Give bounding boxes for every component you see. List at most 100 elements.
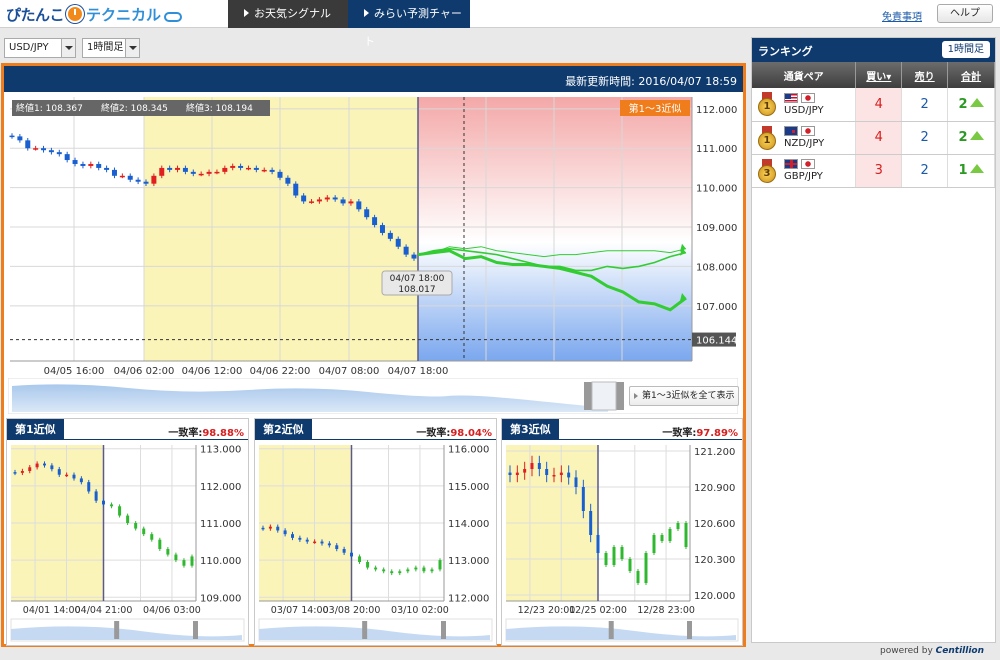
main-price-chart[interactable]: 112.000 111.000 110.000 109.000 108.000 107.0… <box>8 95 738 377</box>
candle-body <box>372 217 378 226</box>
candle-body <box>119 175 125 178</box>
x-tick-label: 04/07 08:00 <box>319 366 380 377</box>
x-tick-label: 04/06 22:00 <box>250 366 311 377</box>
candle-body <box>102 500 105 505</box>
col-total[interactable]: 合計 <box>947 62 995 88</box>
table-row[interactable]: 3 GBP/JPY 3 2 1 <box>752 154 995 188</box>
pair-cell: 1 NZD/JPY <box>752 121 857 155</box>
play-arrow-icon <box>364 9 369 17</box>
col-sell[interactable]: 売り <box>901 62 949 88</box>
col-pair: 通貨ペア <box>752 62 857 88</box>
y-tick-label: 107.000 <box>696 302 737 313</box>
candle-body <box>422 567 426 572</box>
x-tick-label: 03/10 02:00 <box>391 605 449 616</box>
candle-body <box>151 175 157 184</box>
buy-count: 4 <box>855 121 903 155</box>
candle-body <box>87 482 91 492</box>
show-all-button[interactable]: 第1～3近似を全て表示 <box>629 386 739 406</box>
disclaimer-link[interactable]: 免責事項 <box>882 8 922 23</box>
total-count: 2 <box>947 88 995 122</box>
match-rate-label: 一致率: <box>416 428 451 439</box>
candle-body <box>309 201 315 203</box>
approx-title: 第2近似 <box>255 419 312 440</box>
end-value-1: 終値1: 108.367 <box>16 102 83 114</box>
medal-icon: 1 <box>758 92 776 116</box>
candle-body <box>174 554 178 561</box>
candle-body <box>41 148 47 151</box>
currency-pair-select[interactable]: USD/JPY <box>4 38 76 58</box>
nz-flag-icon <box>784 126 798 136</box>
candle-body <box>127 175 133 180</box>
match-rate: 一致率:98.04% <box>416 424 492 439</box>
x-tick-label: 04/04 21:00 <box>75 605 133 616</box>
candle-body <box>20 471 24 473</box>
select-value: 1時間足 <box>87 42 124 53</box>
up-arrow-icon <box>969 164 984 173</box>
total-value: 1 <box>958 163 968 178</box>
candle-body <box>261 169 267 172</box>
powered-by: powered by Centillion <box>880 646 984 656</box>
y-tick-label: 109.000 <box>200 593 241 604</box>
pair-cell: 3 GBP/JPY <box>752 154 857 188</box>
candle-body <box>150 534 154 540</box>
candle-body <box>80 163 86 166</box>
range-handle-left <box>362 621 368 639</box>
brand-name: Centillion <box>935 646 985 656</box>
candle-body <box>167 167 173 170</box>
candle-body <box>356 201 362 210</box>
x-tick-label: 04/06 02:00 <box>114 366 175 377</box>
candle-body <box>430 569 434 572</box>
candle-body <box>134 523 138 529</box>
match-rate-value: 97.89% <box>696 428 738 439</box>
candle-body <box>332 197 338 200</box>
candle-body <box>276 526 280 531</box>
candle-body <box>268 526 272 529</box>
candle-body <box>676 523 680 529</box>
candle-body <box>508 472 512 475</box>
table-row[interactable]: 1 NZD/JPY 4 2 2 <box>752 121 995 155</box>
candle-body <box>668 529 672 541</box>
match-rate-label: 一致率: <box>168 428 203 439</box>
table-row[interactable]: 1 USD/JPY 4 2 2 <box>752 88 995 122</box>
candle-body <box>414 567 418 570</box>
candle-body <box>335 545 339 549</box>
logo[interactable]: ぴたんこ テクニカル <box>6 2 183 26</box>
y-tick-label: 114.000 <box>448 519 489 530</box>
candle-body <box>406 569 410 572</box>
candle-body <box>28 467 32 471</box>
candle-body <box>620 547 624 559</box>
approx-chart-3[interactable]: 121.200 120.900 120.600 120.300 120.000 12/23… <box>504 443 742 643</box>
approx-chart-1[interactable]: 113.000 112.000 111.000 110.000 109.000 04/01… <box>9 443 248 643</box>
y-tick-label: 109.000 <box>696 223 737 234</box>
help-button[interactable]: ヘルプ <box>937 4 993 23</box>
range-handle-left[interactable] <box>584 382 592 410</box>
candle-body <box>340 199 346 204</box>
candle-body <box>324 197 330 200</box>
candle-body <box>387 232 393 239</box>
candle-body <box>298 537 302 540</box>
candle-body <box>245 167 251 170</box>
total-value: 2 <box>958 96 968 112</box>
candle-body <box>25 140 31 149</box>
y-tick-label: 120.600 <box>694 519 735 530</box>
ranking-title: ランキング <box>758 45 813 58</box>
sell-count: 2 <box>901 154 949 188</box>
buy-count: 4 <box>855 88 903 122</box>
tab-weather-signal[interactable]: お天気シグナル <box>228 0 348 28</box>
approx-chart-2[interactable]: 116.000 115.000 114.000 113.000 112.000 03/07… <box>257 443 496 643</box>
candle-body <box>33 148 39 150</box>
range-handle-left <box>608 621 614 639</box>
range-handle-right[interactable] <box>616 382 624 410</box>
candle-body <box>636 571 640 583</box>
candle-body <box>285 177 291 184</box>
candle-body <box>559 472 563 475</box>
candle-body <box>35 463 39 468</box>
candle-body <box>104 167 110 170</box>
col-buy[interactable]: 買い▾ <box>855 62 903 88</box>
y-tick-label: 120.300 <box>694 555 735 566</box>
timeframe-select[interactable]: 1時間足 <box>82 38 140 58</box>
forecast-badge-label: 第1～3近似 <box>629 102 682 115</box>
candle-body <box>238 165 244 168</box>
ranking-timeframe-button[interactable]: 1時間足 <box>941 41 990 58</box>
tab-forecast-chart[interactable]: みらい予測チャート <box>348 0 470 48</box>
